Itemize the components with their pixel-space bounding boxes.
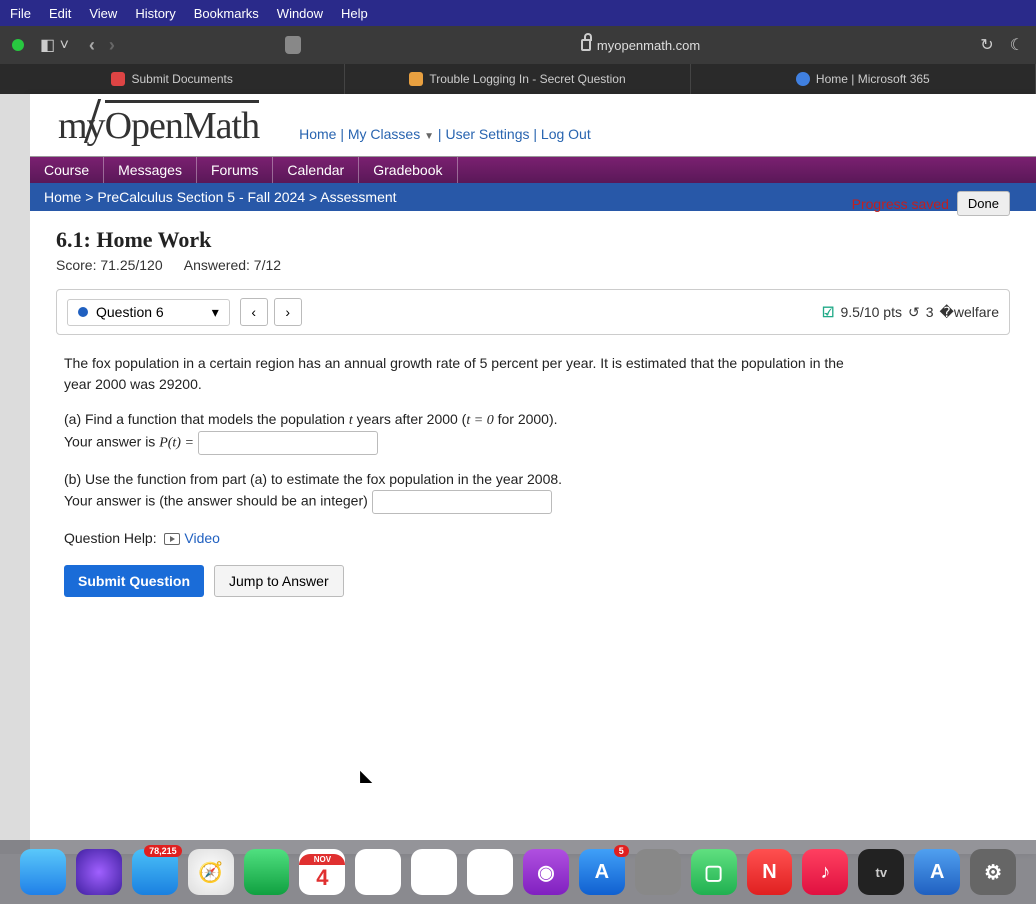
site-logo[interactable]: myOpenMath — [58, 104, 259, 148]
page-content: myOpenMath Home | My Classes ▼ | User Se… — [30, 94, 1036, 854]
tab-forums[interactable]: Forums — [197, 157, 273, 183]
dock-safari[interactable]: 🧭 — [188, 849, 234, 895]
dock-appstore[interactable]: A5 — [579, 849, 625, 895]
chevron-down-icon: ▼ — [424, 131, 434, 142]
dock: 78,215 🧭 NOV4 ☰ ❀ ◉ A5 ▢ N ♪ tv A ⚙ — [0, 840, 1036, 904]
browser-tab[interactable]: Trouble Logging In - Secret Question — [345, 64, 690, 94]
menu-bookmarks[interactable]: Bookmarks — [194, 6, 259, 21]
question-toolbar: Question 6 ▾ ‹ › ☑ 9.5/10 pts ↺ 3 �welfa… — [56, 289, 1010, 335]
tab-icon — [409, 72, 423, 86]
tab-gradebook[interactable]: Gradebook — [359, 157, 457, 183]
question-selector[interactable]: Question 6 ▾ — [67, 299, 230, 326]
question-help: Question Help: Video — [64, 528, 868, 549]
tab-icon — [111, 72, 125, 86]
jump-to-answer-button[interactable]: Jump to Answer — [214, 565, 344, 597]
dock-siri[interactable] — [76, 849, 122, 895]
address-bar[interactable]: myopenmath.com — [311, 38, 970, 53]
tab-icon — [796, 72, 810, 86]
question-body: The fox population in a certain region h… — [56, 335, 876, 615]
nav-home[interactable]: Home — [299, 126, 336, 142]
browser-tabbar: Submit Documents Trouble Logging In - Se… — [0, 64, 1036, 94]
question-part-a: (a) Find a function that models the popu… — [64, 409, 868, 455]
dock-fontbook[interactable]: A — [914, 849, 960, 895]
dock-maps[interactable] — [635, 849, 681, 895]
lock-icon — [581, 39, 591, 51]
chevron-down-icon: ▾ — [212, 304, 219, 321]
dock-settings[interactable]: ⚙ — [970, 849, 1016, 895]
back-button[interactable]: ‹ — [89, 35, 95, 56]
dock-facetime[interactable]: ▢ — [691, 849, 737, 895]
breadcrumb-home[interactable]: Home — [44, 189, 81, 205]
dock-finder[interactable] — [20, 849, 66, 895]
dock-calendar[interactable]: NOV4 — [299, 849, 345, 895]
reload-icon[interactable]: ↻ — [980, 35, 993, 55]
details-icon[interactable]: �welfare — [940, 304, 1000, 321]
dock-podcasts[interactable]: ◉ — [523, 849, 569, 895]
course-tabs: Course Messages Forums Calendar Gradeboo… — [30, 156, 1036, 183]
progress-saved-text: Progress saved — [852, 196, 949, 212]
site-header: myOpenMath Home | My Classes ▼ | User Se… — [30, 94, 1036, 156]
menu-view[interactable]: View — [89, 6, 117, 21]
submit-question-button[interactable]: Submit Question — [64, 565, 204, 597]
question-part-b: (b) Use the function from part (a) to es… — [64, 469, 868, 514]
dock-news[interactable]: N — [747, 849, 793, 895]
window-close-icon[interactable] — [12, 39, 24, 51]
nav-user-settings[interactable]: User Settings — [445, 126, 529, 142]
breadcrumb-course[interactable]: PreCalculus Section 5 - Fall 2024 — [97, 189, 305, 205]
status-dot-icon — [78, 307, 88, 317]
tab-course[interactable]: Course — [30, 157, 104, 183]
check-icon: ☑ — [822, 304, 835, 321]
menu-file[interactable]: File — [10, 6, 31, 21]
dock-music[interactable]: ♪ — [802, 849, 848, 895]
dock-messages[interactable] — [244, 849, 290, 895]
answer-a-input[interactable] — [198, 431, 378, 455]
mail-badge: 78,215 — [144, 845, 182, 857]
video-help-link[interactable]: Video — [164, 530, 220, 546]
dock-photos[interactable]: ❀ — [467, 849, 513, 895]
browser-toolbar: ◧ ˅ ‹ › myopenmath.com ↻ ☾ — [0, 26, 1036, 64]
question-score: ☑ 9.5/10 pts ↺ 3 �welfare — [822, 304, 999, 321]
answered-text: Answered: 7/12 — [184, 257, 281, 273]
browser-tab[interactable]: Submit Documents — [0, 64, 345, 94]
nav-logout[interactable]: Log Out — [541, 126, 591, 142]
menu-edit[interactable]: Edit — [49, 6, 71, 21]
dock-notes[interactable] — [411, 849, 457, 895]
menu-help[interactable]: Help — [341, 6, 368, 21]
privacy-shield-icon[interactable] — [285, 36, 301, 54]
breadcrumb-page: Assessment — [320, 189, 396, 205]
done-button[interactable]: Done — [957, 191, 1010, 216]
dock-mail[interactable]: 78,215 — [132, 849, 178, 895]
answer-b-input[interactable] — [372, 490, 552, 514]
assignment-title: 6.1: Home Work — [56, 227, 1010, 253]
browser-tab[interactable]: Home | Microsoft 365 — [691, 64, 1036, 94]
sidebar-toggle-icon[interactable]: ◧ ˅ — [40, 35, 69, 55]
tab-messages[interactable]: Messages — [104, 157, 197, 183]
mouse-cursor-icon: ◣ — [360, 766, 372, 786]
retry-icon[interactable]: ↺ — [908, 304, 920, 321]
video-icon — [164, 533, 180, 545]
dock-tv[interactable]: tv — [858, 849, 904, 895]
question-intro: The fox population in a certain region h… — [64, 353, 868, 395]
score-text: Score: 71.25/120 — [56, 257, 163, 273]
forward-button[interactable]: › — [109, 35, 115, 56]
dark-mode-icon[interactable]: ☾ — [1010, 35, 1024, 55]
nav-my-classes[interactable]: My Classes ▼ — [348, 126, 434, 142]
tab-calendar[interactable]: Calendar — [273, 157, 359, 183]
dock-reminders[interactable]: ☰ — [355, 849, 401, 895]
mac-menubar: File Edit View History Bookmarks Window … — [0, 0, 1036, 26]
next-question-button[interactable]: › — [274, 298, 302, 326]
menu-history[interactable]: History — [135, 6, 175, 21]
site-nav: Home | My Classes ▼ | User Settings | Lo… — [299, 126, 591, 148]
prev-question-button[interactable]: ‹ — [240, 298, 268, 326]
menu-window[interactable]: Window — [277, 6, 323, 21]
